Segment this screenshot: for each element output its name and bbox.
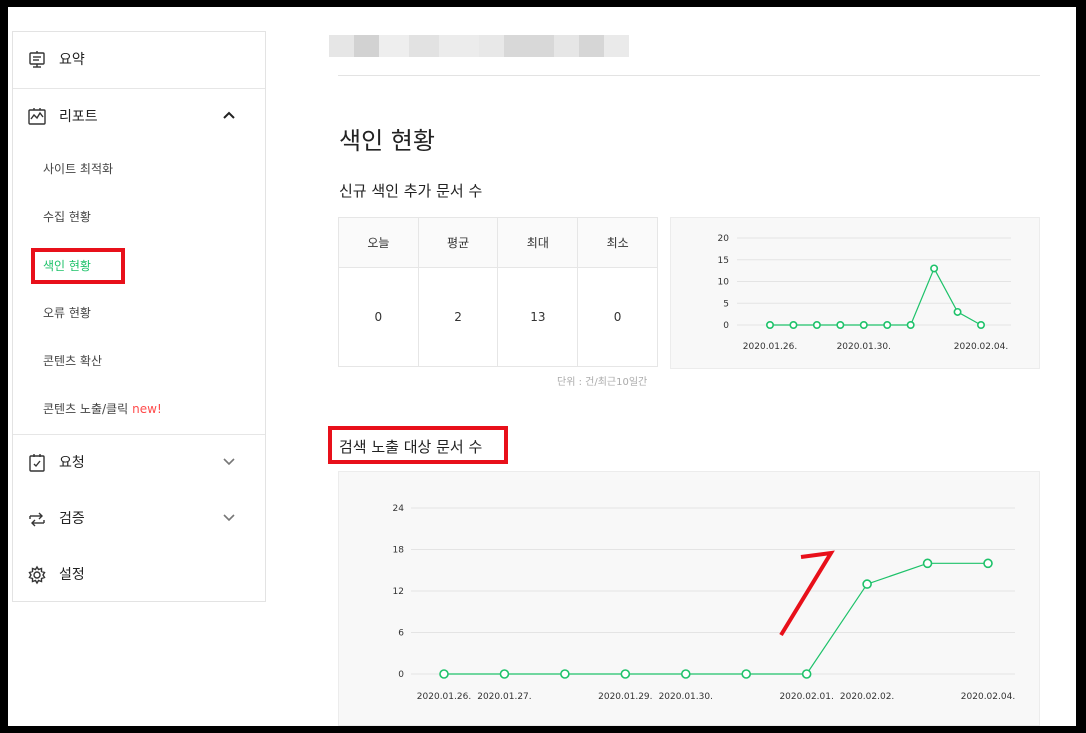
chart-new-index: 0 5 10 15 20 2020.01.26. 2020.01.30. 2020.02.04… xyxy=(670,217,1040,369)
x-tick-label: 2020.02.02. xyxy=(840,692,894,702)
highlight-annotation xyxy=(31,248,125,284)
x-tick-label: 2020.01.26. xyxy=(417,692,471,702)
table-header-max: 최대 xyxy=(497,216,579,269)
checkbox-calendar-icon xyxy=(27,453,47,473)
data-point xyxy=(983,558,993,569)
report-chart-icon xyxy=(27,107,47,127)
table-cell-average: 2 xyxy=(417,267,499,367)
data-point xyxy=(560,669,570,679)
page-title: 색인 현황 xyxy=(339,127,435,155)
unit-note: 단위 : 건/최근10일간 xyxy=(557,377,648,388)
sidebar-item-label: 검증 xyxy=(59,511,85,527)
blurred-header xyxy=(329,35,629,57)
data-point xyxy=(930,264,939,273)
y-tick-label: 20 xyxy=(718,234,730,244)
chart-search-exposure: 0 6 12 18 24 2020.01.26. 2020.01.27. 2020.01.29… xyxy=(338,471,1040,726)
chevron-down-icon[interactable] xyxy=(221,453,237,469)
chart-new-index-svg: 0 5 10 15 20 2020.01.26. 2020.01.30. 2020.02.04… xyxy=(718,234,1011,352)
table-header-row: 오늘 평균 최대 최소 xyxy=(338,216,658,269)
data-point xyxy=(766,321,775,330)
red-annotation-mark xyxy=(779,550,835,637)
sidebar-item-report[interactable]: 리포트 xyxy=(13,89,265,145)
data-point xyxy=(859,321,868,330)
x-tick-label: 2020.01.26. xyxy=(743,342,797,352)
y-tick-label: 18 xyxy=(393,546,405,556)
data-point xyxy=(439,669,449,679)
y-tick-label: 24 xyxy=(393,504,405,514)
data-point xyxy=(620,669,631,679)
data-point xyxy=(883,321,892,330)
x-tick-label: 2020.02.04. xyxy=(961,692,1015,702)
sidebar-subitem-label: 콘텐츠 노출/클릭 xyxy=(43,402,129,416)
sidebar-subitem-site-optimization[interactable]: 사이트 최적화 xyxy=(43,160,113,177)
sidebar-item-label: 리포트 xyxy=(59,109,98,125)
y-tick-label: 12 xyxy=(393,587,404,597)
x-tick-label: 2020.02.04. xyxy=(954,342,1008,352)
y-tick-label: 0 xyxy=(398,670,404,680)
data-point xyxy=(499,669,510,679)
sidebar-subitem-crawl-status[interactable]: 수집 현황 xyxy=(43,208,91,225)
data-point xyxy=(862,579,872,589)
new-badge: new! xyxy=(132,402,162,416)
sidebar-item-summary[interactable]: 요약 xyxy=(13,32,265,88)
data-point xyxy=(836,321,845,330)
sidebar-item-label: 설정 xyxy=(59,567,85,583)
sidebar-item-verify[interactable]: 검증 xyxy=(13,491,265,547)
series-line xyxy=(444,562,988,675)
data-point xyxy=(922,558,933,569)
chevron-up-icon[interactable] xyxy=(221,107,237,123)
sidebar-subitem-content-spread[interactable]: 콘텐츠 확산 xyxy=(43,352,102,369)
sidebar-subitem-error-status[interactable]: 오류 현황 xyxy=(43,304,91,321)
header-divider xyxy=(338,75,1040,76)
table-header-min: 최소 xyxy=(577,216,658,269)
sidebar: 요약 리포트 사이트 최적화 수집 현황 색인 현황 오류 현황 콘텐츠 확산 xyxy=(12,31,266,602)
y-tick-label: 6 xyxy=(398,629,404,639)
data-point xyxy=(680,669,691,679)
y-tick-label: 15 xyxy=(718,256,729,266)
sidebar-item-request[interactable]: 요청 xyxy=(13,435,265,491)
x-tick-label: 2020.01.27. xyxy=(477,692,531,702)
data-point xyxy=(812,321,821,330)
table-cell-max: 13 xyxy=(497,267,579,367)
table-header-average: 평균 xyxy=(417,216,499,269)
data-point xyxy=(789,321,798,330)
y-tick-label: 10 xyxy=(718,278,730,288)
swap-arrows-icon xyxy=(27,509,47,529)
sidebar-subitem-content-exposure[interactable]: 콘텐츠 노출/클릭 new! xyxy=(43,400,162,417)
chart-search-exposure-svg: 0 6 12 18 24 2020.01.26. 2020.01.27. 2020.01.29… xyxy=(393,504,1016,702)
y-tick-label: 0 xyxy=(723,321,729,331)
y-tick-label: 5 xyxy=(723,299,729,309)
series-line xyxy=(770,267,982,326)
table-header-today: 오늘 xyxy=(338,216,419,269)
table-cell-min: 0 xyxy=(577,267,658,367)
highlight-annotation xyxy=(328,426,508,464)
x-tick-label: 2020.01.30. xyxy=(837,342,891,352)
data-point xyxy=(976,321,985,330)
data-point xyxy=(953,307,962,316)
stats-table: 오늘 평균 최대 최소 0 2 13 0 xyxy=(338,216,658,367)
sidebar-item-settings[interactable]: 설정 xyxy=(13,547,265,603)
page-frame: 요약 리포트 사이트 최적화 수집 현황 색인 현황 오류 현황 콘텐츠 확산 xyxy=(8,7,1076,726)
data-point xyxy=(741,669,752,679)
presentation-icon xyxy=(27,50,47,70)
x-tick-label: 2020.01.29. xyxy=(598,692,652,702)
chevron-down-icon[interactable] xyxy=(221,509,237,525)
sidebar-item-label: 요약 xyxy=(59,52,85,68)
x-tick-label: 2020.01.30. xyxy=(659,692,713,702)
table-row: 0 2 13 0 xyxy=(338,267,658,367)
gear-icon xyxy=(27,565,47,585)
x-tick-label: 2020.02.01. xyxy=(779,692,833,702)
section-title-new-index: 신규 색인 추가 문서 수 xyxy=(339,182,483,200)
table-cell-today: 0 xyxy=(338,267,419,367)
data-point xyxy=(801,669,812,679)
sidebar-item-label: 요청 xyxy=(59,455,85,471)
data-point xyxy=(906,321,915,330)
